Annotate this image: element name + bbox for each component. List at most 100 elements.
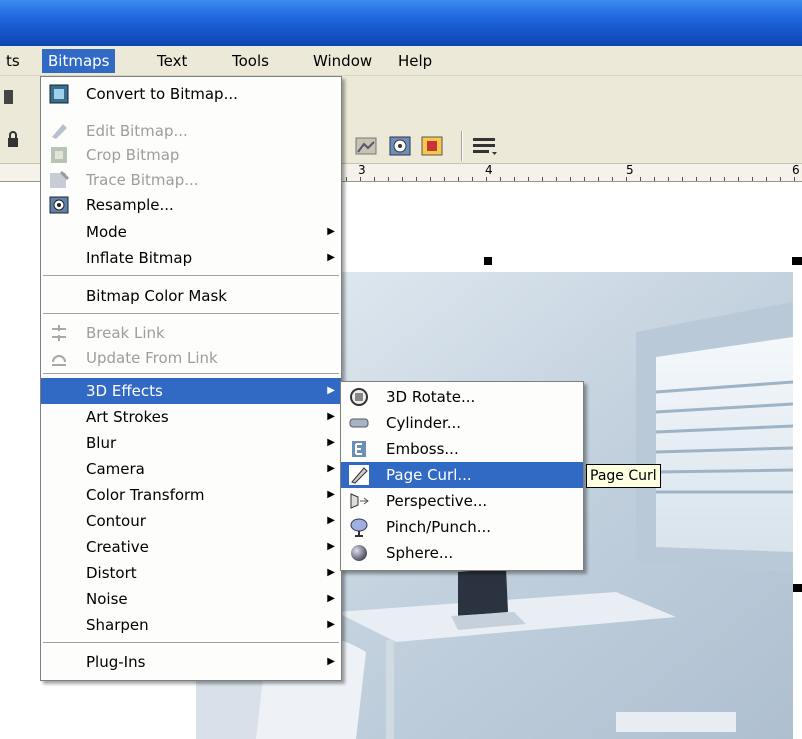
emboss-icon: [349, 439, 369, 459]
submenu-item-perspective[interactable]: Perspective...: [341, 488, 583, 514]
menu-item-resample[interactable]: Resample...: [41, 192, 341, 218]
selection-handle-right[interactable]: [792, 584, 802, 592]
resample-icon: [49, 195, 69, 215]
ruler-tick: [346, 177, 347, 181]
menu-item-plug-ins[interactable]: Plug-Ins ▶: [41, 649, 341, 675]
menu-window[interactable]: Window: [307, 49, 378, 73]
menu-text[interactable]: Text: [151, 49, 193, 73]
menu-item-distort[interactable]: Distort ▶: [41, 560, 341, 586]
menu-item-update-from-link: Update From Link: [41, 345, 341, 371]
ruler-tick: [360, 177, 361, 181]
selection-handle-top[interactable]: [484, 257, 492, 265]
3d-effects-submenu: 3D Rotate... Cylinder... Emboss... Page …: [340, 381, 584, 571]
ruler-tick: [486, 177, 487, 181]
menu-item-color-transform[interactable]: Color Transform ▶: [41, 482, 341, 508]
submenu-item-emboss[interactable]: Emboss...: [341, 436, 583, 462]
submenu-item-sphere[interactable]: Sphere...: [341, 540, 583, 566]
crop-bitmap-icon: [49, 145, 69, 165]
submenu-item-pinch-punch[interactable]: Pinch/Punch...: [341, 514, 583, 540]
ruler-label-5: 5: [626, 163, 634, 177]
menu-bitmaps[interactable]: Bitmaps: [42, 49, 116, 73]
submenu-arrow-icon: ▶: [327, 567, 335, 578]
ruler-label-6: 6: [792, 163, 800, 177]
menu-item-bitmap-color-mask[interactable]: Bitmap Color Mask: [41, 283, 341, 309]
menu-item-contour[interactable]: Contour ▶: [41, 508, 341, 534]
toolbar-separator: [461, 131, 463, 161]
menu-item-break-link: Break Link: [41, 320, 341, 346]
ruler-tick: [710, 177, 711, 181]
ruler-label-3: 3: [358, 163, 366, 177]
ruler-tick: [570, 177, 571, 181]
submenu-arrow-icon: ▶: [327, 593, 335, 604]
menu-tools-partial[interactable]: ts: [0, 49, 26, 73]
ruler-tick: [598, 177, 599, 181]
menu-item-art-strokes[interactable]: Art Strokes ▶: [41, 404, 341, 430]
menu-item-convert-to-bitmap[interactable]: Convert to Bitmap...: [41, 81, 341, 107]
submenu-item-3d-rotate[interactable]: 3D Rotate...: [341, 384, 583, 410]
perspective-icon: [349, 491, 369, 511]
submenu-arrow-icon: ▶: [327, 437, 335, 448]
menu-item-trace-bitmap: Trace Bitmap...: [41, 167, 341, 193]
submenu-arrow-icon: ▶: [327, 515, 335, 526]
menu-separator: [43, 373, 339, 375]
ruler-tick: [682, 177, 683, 181]
ruler-tick: [402, 177, 403, 181]
submenu-arrow-icon: ▶: [327, 226, 335, 237]
menu-item-blur[interactable]: Blur ▶: [41, 430, 341, 456]
ruler-tick: [430, 177, 431, 181]
tooltip-page-curl: Page Curl: [586, 464, 661, 488]
menu-item-sharpen[interactable]: Sharpen ▶: [41, 612, 341, 638]
ruler-tick: [612, 177, 613, 181]
ruler-tick: [556, 177, 557, 181]
ruler-label-4: 4: [485, 163, 493, 177]
ruler-tick: [626, 177, 627, 181]
menu-bar: ts Bitmaps Text Tools Window Help: [0, 46, 802, 76]
ruler-tick: [780, 177, 781, 181]
edit-bitmap-icon: [49, 121, 69, 141]
menu-item-mode[interactable]: Mode ▶: [41, 219, 341, 245]
ruler-tick: [444, 177, 445, 181]
3d-rotate-icon: [349, 387, 369, 407]
ruler-tick: [584, 177, 585, 181]
menu-item-camera[interactable]: Camera ▶: [41, 456, 341, 482]
ruler-tick: [472, 177, 473, 181]
ruler-tick: [794, 177, 795, 181]
menu-help[interactable]: Help: [392, 49, 438, 73]
menu-separator: [43, 313, 339, 315]
menu-separator: [43, 642, 339, 644]
toolbar-icon-left[interactable]: [2, 86, 16, 110]
menu-separator: [43, 275, 339, 277]
menu-item-3d-effects[interactable]: 3D Effects ▶: [41, 378, 341, 404]
menu-item-edit-bitmap: Edit Bitmap...: [41, 118, 341, 144]
submenu-arrow-icon: ▶: [327, 385, 335, 396]
submenu-item-page-curl[interactable]: Page Curl...: [341, 462, 583, 488]
ruler-tick: [514, 177, 515, 181]
bitmaps-menu: Convert to Bitmap... Edit Bitmap... Crop…: [40, 76, 342, 681]
submenu-arrow-icon: ▶: [327, 252, 335, 263]
ruler-tick: [668, 177, 669, 181]
ruler-tick: [458, 177, 459, 181]
menu-tools[interactable]: Tools: [226, 49, 275, 73]
selection-handle-top-right[interactable]: [792, 257, 802, 265]
lock-icon[interactable]: [6, 131, 20, 155]
ruler-tick: [696, 177, 697, 181]
resample-toolbar-icon[interactable]: [388, 134, 412, 158]
menu-item-inflate-bitmap[interactable]: Inflate Bitmap ▶: [41, 245, 341, 271]
page-curl-icon: [349, 465, 369, 485]
bitmap-effect-icon[interactable]: [354, 134, 378, 158]
ruler-tick: [500, 177, 501, 181]
submenu-item-cylinder[interactable]: Cylinder...: [341, 410, 583, 436]
ruler-tick: [724, 177, 725, 181]
ruler-tick: [374, 177, 375, 181]
submenu-arrow-icon: ▶: [327, 463, 335, 474]
options-toolbar-icon[interactable]: [470, 134, 500, 158]
ruler-tick: [752, 177, 753, 181]
ruler-tick: [738, 177, 739, 181]
update-link-icon: [49, 348, 69, 368]
color-mask-toolbar-icon[interactable]: [420, 134, 444, 158]
submenu-arrow-icon: ▶: [327, 489, 335, 500]
menu-item-noise[interactable]: Noise ▶: [41, 586, 341, 612]
ruler-tick: [416, 177, 417, 181]
ruler-tick: [528, 177, 529, 181]
menu-item-creative[interactable]: Creative ▶: [41, 534, 341, 560]
